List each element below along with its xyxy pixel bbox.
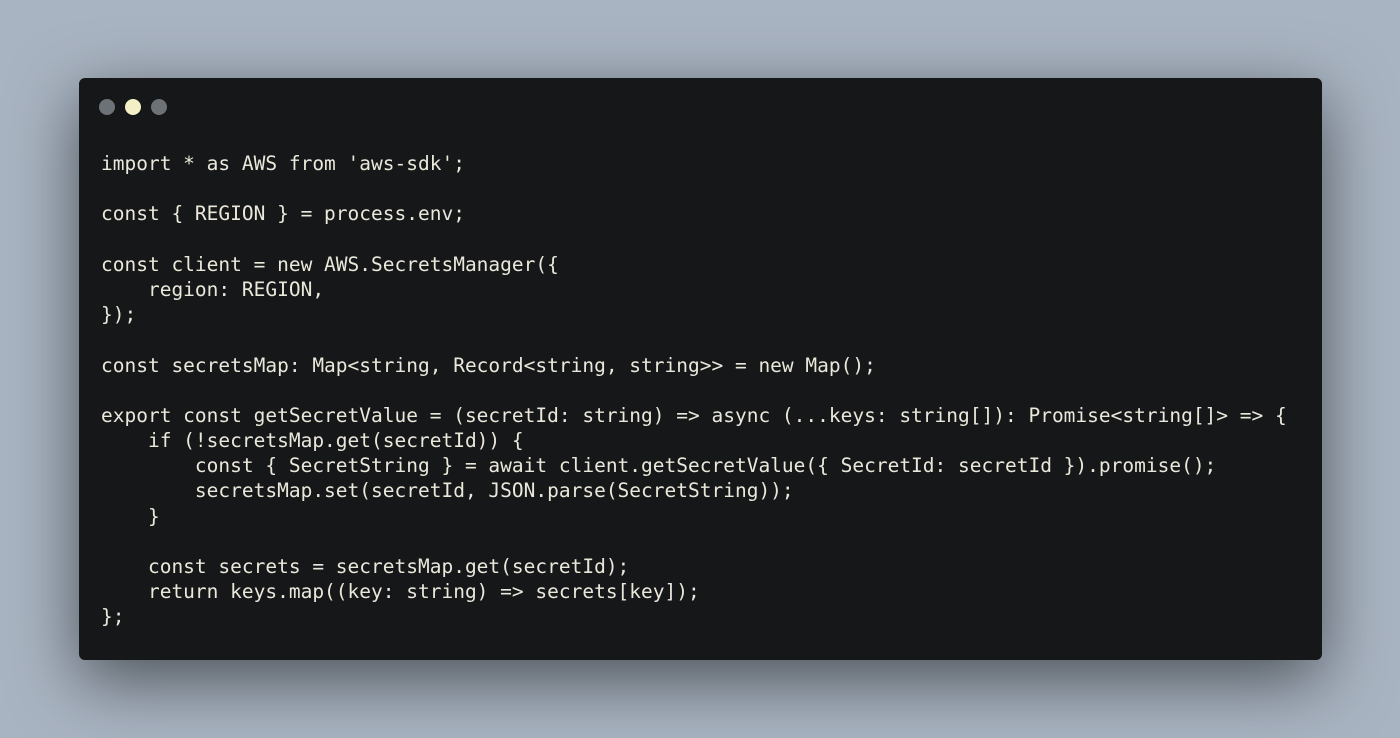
code-token: const secrets = secretsMap.get(secretId)… [101,555,630,578]
code-window: import * as AWS from 'aws-sdk'; const { R… [79,78,1322,660]
code-line: import * as AWS from 'aws-sdk'; [101,151,1287,176]
code-line: } [101,504,1287,529]
code-line: const { SecretString } = await client.ge… [101,453,1287,478]
code-token: secretsMap.set(secretId, JSON.parse(Secr… [101,479,794,503]
code-line: const secretsMap: Map<string, Record<str… [101,353,1287,378]
code-line: const { REGION } = process.env; [101,201,1287,226]
code-line: export const getSecretValue = (secretId:… [101,403,1287,428]
code-token: const { REGION } = process.env; [101,202,465,226]
code-line: }); [101,302,1287,327]
code-token: if (!secretsMap.get(secretId)) { [101,429,524,453]
code-token: const { SecretString } = await client.ge… [101,454,1217,478]
window-controls [99,99,167,115]
code-line: secretsMap.set(secretId, JSON.parse(Secr… [101,478,1287,503]
code-line: const secrets = secretsMap.get(secretId)… [101,554,1287,579]
code-token: return keys.map((key: string) => secrets… [101,580,700,604]
code-token: const secretsMap: Map<string, Record<str… [101,353,876,377]
code-line: region: REGION, [101,277,1287,302]
code-line: if (!secretsMap.get(secretId)) { [101,428,1287,453]
minimize-dot-icon[interactable] [125,99,141,115]
code-token: const client = new AWS.SecretsManager({ [101,252,559,276]
code-token: region: REGION, [101,277,325,301]
code-token: export const getSecretValue = (secretId:… [101,403,1287,427]
code-line: return keys.map((key: string) => secrets… [101,579,1287,604]
code-token: import * as AWS from 'aws-sdk'; [101,152,465,175]
maximize-dot-icon[interactable] [151,99,167,115]
code-line: }; [101,604,1287,629]
code-block: import * as AWS from 'aws-sdk'; const { R… [101,151,1287,630]
code-token: }; [101,605,125,629]
code-token: } [101,504,160,528]
close-dot-icon[interactable] [99,99,115,115]
code-token: }); [101,303,137,327]
code-line: const client = new AWS.SecretsManager({ [101,252,1287,277]
